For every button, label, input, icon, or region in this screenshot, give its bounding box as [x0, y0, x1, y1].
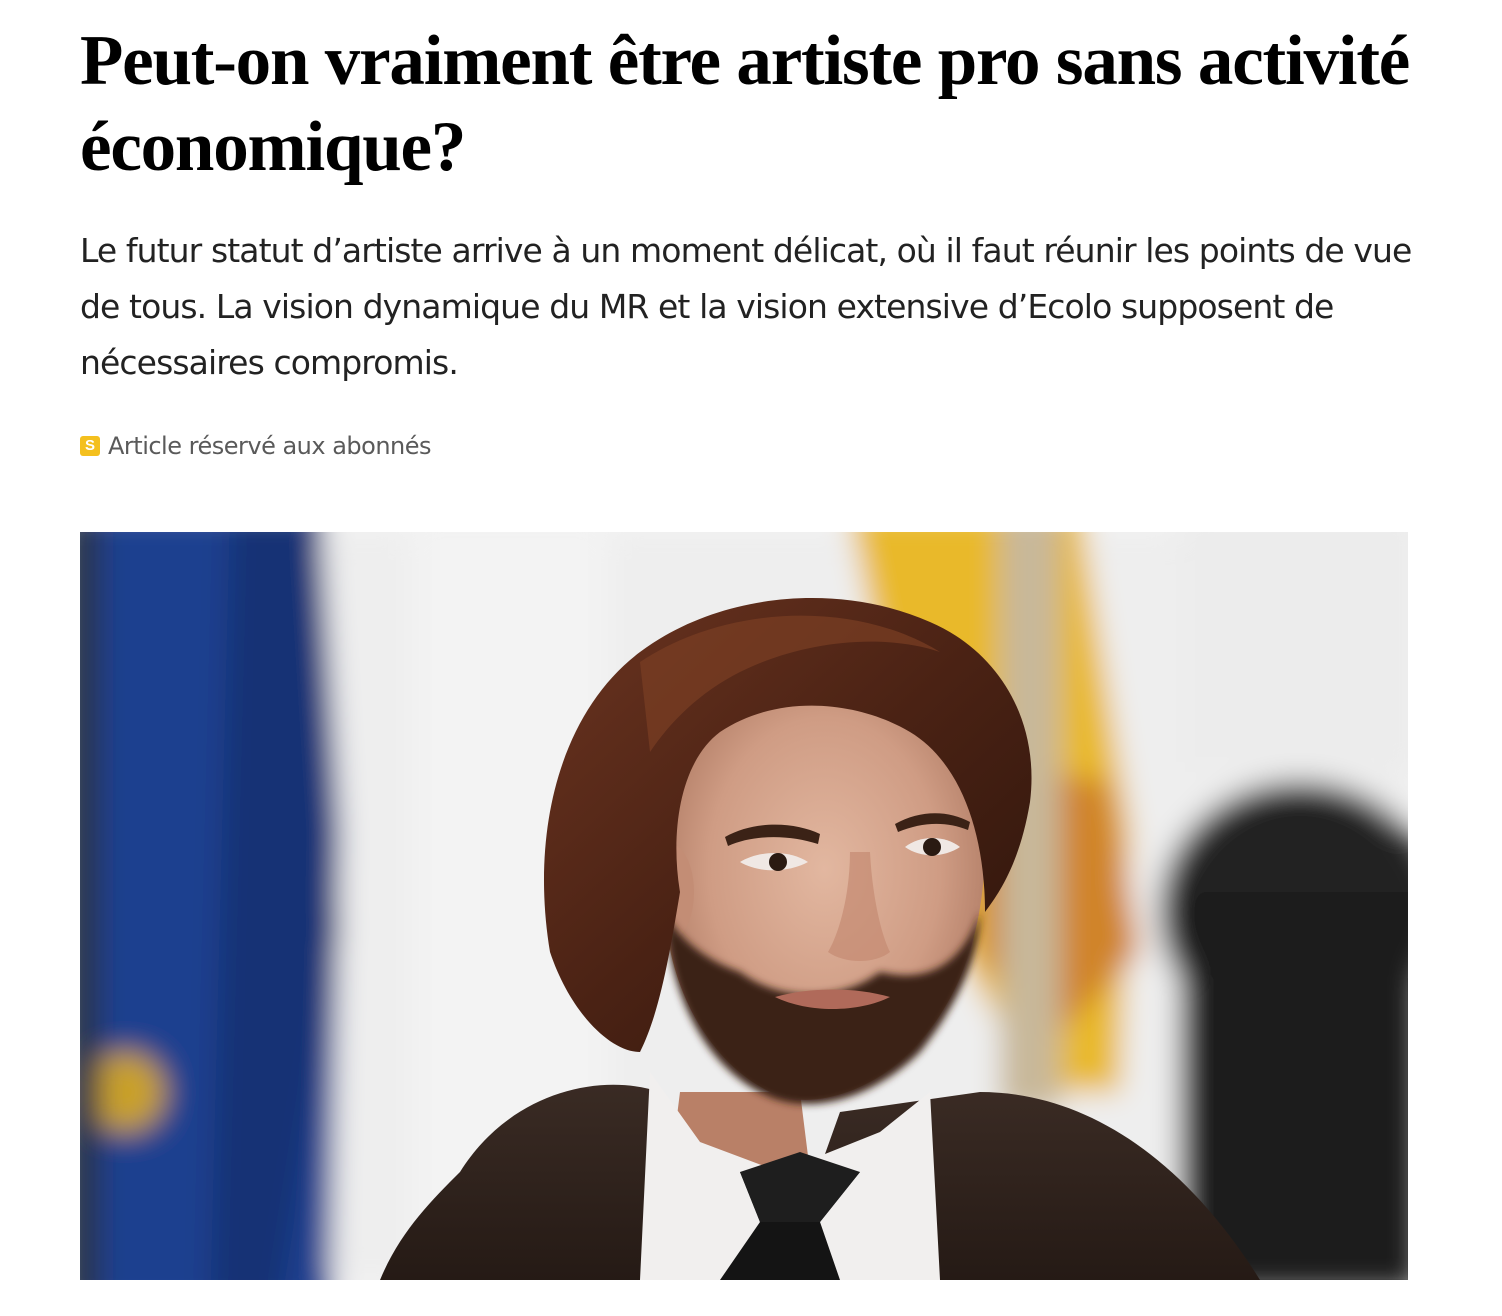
portrait-image: [80, 532, 1408, 1280]
subscriber-icon: S: [80, 436, 100, 456]
article-headline: Peut-on vraiment être artiste pro sans a…: [80, 22, 1410, 186]
subscriber-label: Article réservé aux abonnés: [108, 432, 432, 460]
subscriber-badge: S Article réservé aux abonnés: [80, 431, 1420, 461]
article-lead: Le futur statut d’artiste arrive à un mo…: [80, 231, 1412, 382]
article: Peut-on vraiment être artiste pro sans a…: [80, 0, 1420, 461]
article-photo: [80, 532, 1408, 1280]
